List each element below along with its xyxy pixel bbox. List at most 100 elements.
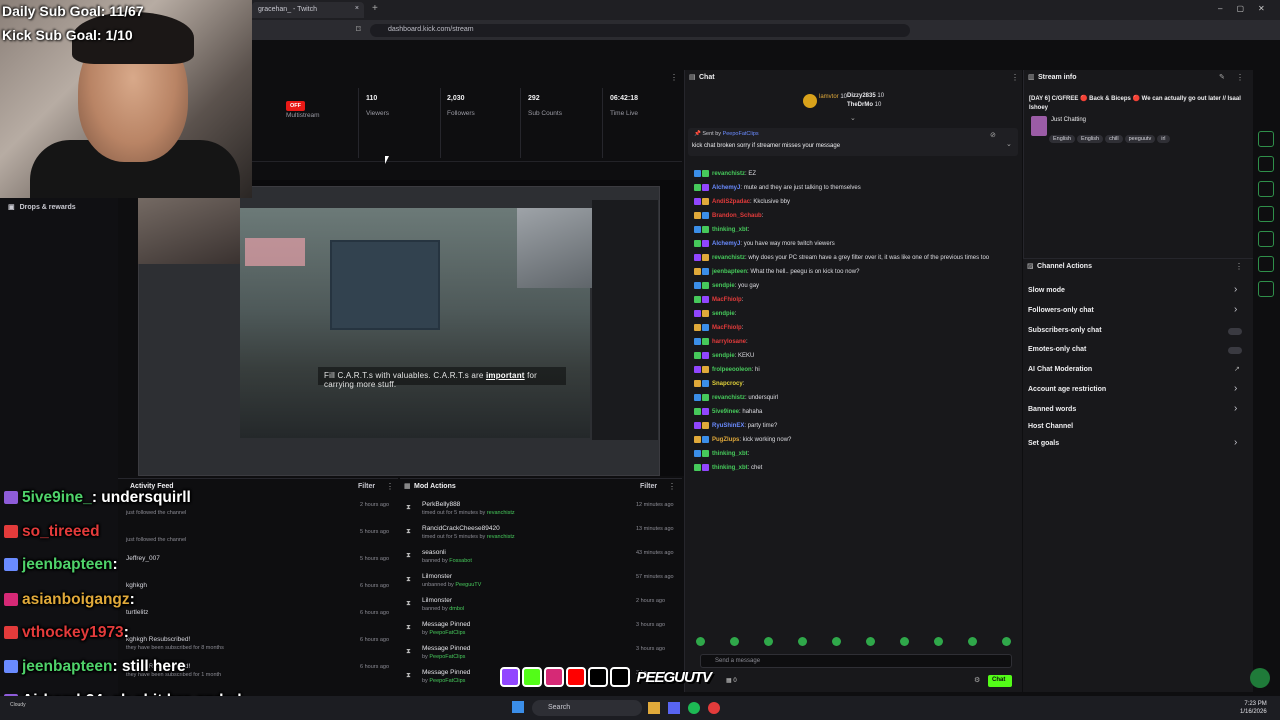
collapse-chevron-icon[interactable]: ⌄ <box>1006 140 1012 148</box>
new-tab-button[interactable]: + <box>372 3 378 14</box>
chat-username[interactable]: Snapcrocy <box>712 381 743 387</box>
chat-username[interactable]: jeenbapteen <box>712 269 747 275</box>
activity-time: 2 hours ago <box>360 502 390 508</box>
user-badge-icon <box>694 338 701 345</box>
chat-username[interactable]: thinking_xbt <box>712 451 748 457</box>
stream-title: [DAY 6] C/GFREE 🔴 Back & Biceps 🔴 We can… <box>1029 96 1241 111</box>
channel-action-item[interactable]: Set goals › <box>1028 437 1243 453</box>
more-options-icon[interactable]: ⋮ <box>670 73 678 82</box>
rail-tool-button[interactable] <box>1258 231 1274 247</box>
chevron-right-icon[interactable]: › <box>1234 383 1237 394</box>
chat-input[interactable]: Send a message <box>700 654 1012 668</box>
more-options-icon[interactable]: ⋮ <box>1011 73 1019 82</box>
drops-rewards-link[interactable]: ▣ Drops & rewards <box>8 203 76 211</box>
rail-tool-button[interactable] <box>1258 156 1274 172</box>
chat-username[interactable]: thinking_xbt <box>712 227 748 233</box>
emote-icon[interactable] <box>866 637 875 646</box>
channel-action-label: Slow mode <box>1028 287 1065 294</box>
user-badge-icon <box>694 352 701 359</box>
chevron-down-icon[interactable]: ⌄ <box>850 114 856 122</box>
chat-message: Brandon_Schaub: <box>694 212 763 219</box>
bookmark-icon[interactable]: ⌑ <box>356 24 361 35</box>
chat-username[interactable]: sendpie <box>712 283 735 289</box>
chat-username[interactable]: RyuShinEX <box>712 423 744 429</box>
chat-username[interactable]: revanchistz <box>712 255 745 261</box>
activity-filter-button[interactable]: Filter <box>358 483 375 490</box>
taskbar-apps[interactable] <box>648 701 788 715</box>
chat-username[interactable]: frolpeeooleon <box>712 367 752 373</box>
unpin-icon[interactable]: ⊘ <box>990 131 996 139</box>
chat-message: revanchistz: why does your PC stream hav… <box>694 254 989 261</box>
stream-info-panel: ▥ Stream info ✎ ⋮ [DAY 6] C/GFREE 🔴 Back… <box>1023 70 1253 260</box>
send-chat-button[interactable]: Chat <box>988 675 1012 687</box>
rail-tool-button[interactable] <box>1258 256 1274 272</box>
chat-username[interactable]: sendpie <box>712 353 735 359</box>
chat-username[interactable]: harrylosane <box>712 339 746 345</box>
help-button[interactable] <box>1250 668 1270 688</box>
external-link-icon[interactable]: ↗ <box>1234 365 1240 373</box>
user-badge-icon <box>694 184 701 191</box>
activity-item: just followed the channel 5 hours ago <box>126 528 396 552</box>
channel-action-item[interactable]: Slow mode › <box>1028 284 1243 300</box>
windows-start-icon[interactable] <box>512 701 524 713</box>
rail-tool-button[interactable] <box>1258 131 1274 147</box>
overlay-chat-username: jeenbapteen <box>22 658 113 675</box>
channel-action-item[interactable]: Host Channel <box>1028 422 1243 436</box>
overlay-chat-line: asianboigangz: <box>4 591 135 609</box>
game-container-object <box>330 240 440 330</box>
chat-username[interactable]: AlchemyJ <box>712 185 740 191</box>
channel-action-item[interactable]: AI Chat Moderation ↗ <box>1028 365 1243 379</box>
more-options-icon[interactable]: ⋮ <box>668 482 676 491</box>
chat-username[interactable]: Brandon_Schaub <box>712 213 762 219</box>
chat-username[interactable]: revanchistz <box>712 395 745 401</box>
emote-icon[interactable] <box>730 637 739 646</box>
browser-tab[interactable]: gracehan_ - Twitch × <box>252 2 364 18</box>
taskbar-search[interactable]: Search <box>532 700 642 716</box>
rail-tool-button[interactable] <box>1258 206 1274 222</box>
url-input[interactable]: dashboard.kick.com/stream <box>370 24 910 37</box>
channel-action-item[interactable]: Banned words › <box>1028 403 1243 419</box>
chevron-right-icon[interactable]: › <box>1234 403 1237 414</box>
chat-message: sendpie: KEKU <box>694 352 754 359</box>
emote-icon[interactable] <box>798 637 807 646</box>
toggle-switch[interactable] <box>1228 347 1242 354</box>
channel-action-item[interactable]: Subscribers-only chat <box>1028 326 1243 340</box>
emote-icon[interactable] <box>968 637 977 646</box>
window-controls[interactable]: –▢✕ <box>1218 4 1279 13</box>
chat-username[interactable]: sendpie <box>712 311 735 317</box>
emote-icon[interactable] <box>1002 637 1011 646</box>
chat-username[interactable]: PugZlups <box>712 437 739 443</box>
emote-icon[interactable] <box>832 637 841 646</box>
chevron-right-icon[interactable]: › <box>1234 437 1237 448</box>
close-tab-icon[interactable]: × <box>355 5 359 12</box>
more-options-icon[interactable]: ⋮ <box>386 482 394 491</box>
user-badge-icon <box>702 212 709 219</box>
chevron-right-icon[interactable]: › <box>1234 284 1237 295</box>
emote-icon[interactable] <box>764 637 773 646</box>
chat-username[interactable]: 5ive9inee <box>712 409 739 415</box>
chat-username[interactable]: thinking_xbt <box>712 465 748 471</box>
more-options-icon[interactable]: ⋮ <box>1235 262 1243 271</box>
emote-icon[interactable] <box>900 637 909 646</box>
chevron-right-icon[interactable]: › <box>1234 304 1237 315</box>
chat-username[interactable]: AndiS2padac <box>712 199 750 205</box>
channel-action-item[interactable]: Followers-only chat › <box>1028 304 1243 320</box>
rail-tool-button[interactable] <box>1258 281 1274 297</box>
chat-username[interactable]: MacFhiolp <box>712 297 742 303</box>
chat-username[interactable]: revanchistz <box>712 171 745 177</box>
mod-filter-button[interactable]: Filter <box>640 483 657 490</box>
settings-gear-icon[interactable]: ⚙ <box>974 676 980 684</box>
activity-name: kghkgh <box>126 582 147 589</box>
edit-icon[interactable]: ✎ <box>1219 73 1225 81</box>
toggle-switch[interactable] <box>1228 328 1242 335</box>
emote-icon[interactable] <box>696 637 705 646</box>
channel-action-item[interactable]: Emotes-only chat <box>1028 345 1243 359</box>
more-options-icon[interactable]: ⋮ <box>1236 73 1244 82</box>
emote-icon[interactable] <box>934 637 943 646</box>
rail-tool-button[interactable] <box>1258 181 1274 197</box>
chat-username[interactable]: MacFhiolp <box>712 325 742 331</box>
mod-target: Message Pinned <box>422 645 471 652</box>
chat-username[interactable]: AlchemyJ <box>712 241 740 247</box>
channel-action-item[interactable]: Account age restriction › <box>1028 383 1243 399</box>
weather-widget[interactable]: Cloudy <box>10 702 26 708</box>
